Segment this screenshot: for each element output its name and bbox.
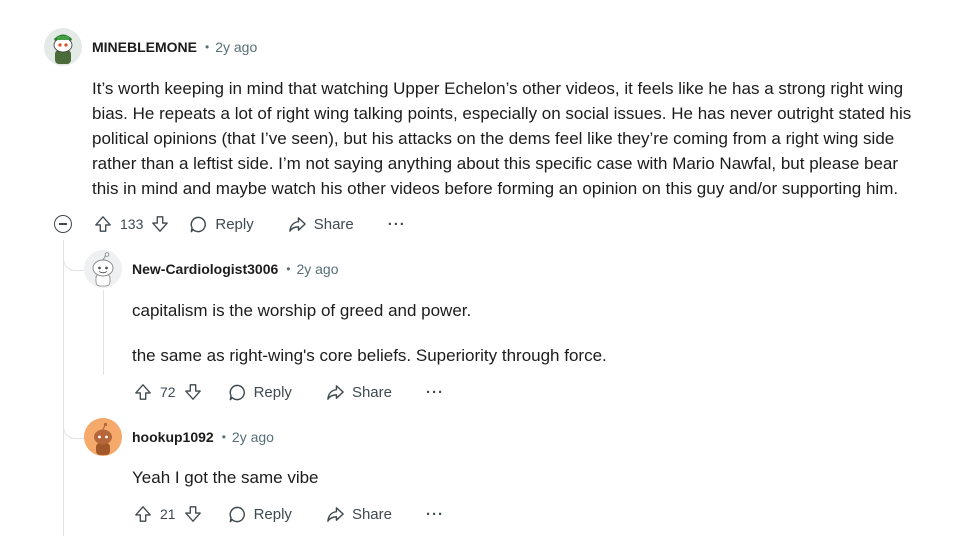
author-name[interactable]: New-Cardiologist3006 (132, 261, 278, 277)
reply-label: Reply (253, 505, 292, 523)
more-options-button[interactable]: ··· (426, 384, 444, 401)
vote-score: 21 (160, 506, 176, 522)
speech-bubble-icon (229, 506, 245, 522)
downvote-button[interactable] (182, 381, 204, 403)
reply-button[interactable]: Reply (189, 215, 254, 234)
downvote-arrow-icon (184, 384, 201, 400)
author-name[interactable]: hookup1092 (132, 429, 214, 445)
comment-body-paragraph: capitalism is the worship of greed and p… (132, 301, 472, 320)
comment-body-line: bias. He repeats a lot of right wing tal… (92, 104, 912, 123)
collapse-thread-button[interactable] (54, 215, 72, 233)
upvote-arrow-icon (95, 216, 111, 232)
upvote-button[interactable] (92, 213, 114, 235)
vote-score: 133 (120, 216, 144, 232)
timestamp[interactable]: 2y ago (232, 429, 274, 445)
thread-elbow-reply-2 (63, 410, 84, 439)
share-button[interactable]: Share (326, 505, 392, 524)
comment-body-line: political opinions (that I’ve seen), but… (92, 129, 895, 148)
comment-meta: hookup1092 • 2y ago (132, 427, 274, 447)
comment-actions: 72 Reply Share ··· (132, 376, 444, 408)
share-arrow-icon (327, 506, 344, 522)
more-options-button[interactable]: ··· (388, 216, 406, 233)
reply-button[interactable]: Reply (228, 505, 292, 524)
vote-group: 133 (92, 213, 171, 235)
comment-actions: 21 Reply Share ··· (132, 498, 444, 530)
avatar[interactable] (84, 418, 122, 456)
share-arrow-icon (327, 384, 344, 400)
comment-body-paragraph: the same as right-wing's core beliefs. S… (132, 346, 607, 365)
downvote-button[interactable] (182, 503, 204, 525)
comment-body-paragraph: Yeah I got the same vibe (132, 468, 319, 487)
share-label: Share (313, 215, 354, 233)
vote-score: 72 (160, 384, 176, 400)
comment-body-line: It’s worth keeping in mind that watching… (92, 79, 904, 98)
speech-bubble-icon (190, 216, 207, 232)
comment-body-line: rather than a leftist side. I’m not sayi… (92, 154, 899, 173)
comment-actions: 133 Reply Share ··· (92, 208, 406, 240)
snoo-avatar-icon (84, 418, 122, 456)
comment-body-line: this in mind and maybe watch his other v… (92, 179, 899, 198)
downvote-arrow-icon (184, 506, 201, 522)
share-button[interactable]: Share (326, 383, 392, 402)
author-name[interactable]: MINEBLEMONE (92, 39, 197, 55)
upvote-button[interactable] (132, 503, 154, 525)
upvote-button[interactable] (132, 381, 154, 403)
upvote-arrow-icon (135, 506, 151, 522)
meta-separator: • (205, 40, 210, 54)
speech-bubble-icon (229, 384, 245, 400)
reply-button[interactable]: Reply (228, 383, 292, 402)
reply-label: Reply (215, 215, 254, 233)
thread-line-main (63, 240, 64, 536)
vote-group: 21 (132, 503, 204, 525)
snoo-avatar-icon (44, 28, 82, 66)
reply-label: Reply (253, 383, 292, 401)
share-label: Share (351, 383, 392, 401)
upvote-arrow-icon (135, 384, 151, 400)
downvote-button[interactable] (149, 213, 171, 235)
timestamp[interactable]: 2y ago (215, 39, 257, 55)
comment-meta: MINEBLEMONE • 2y ago (92, 37, 257, 57)
thread-elbow-reply-1 (63, 242, 84, 271)
meta-separator: • (221, 430, 226, 444)
thread-line-reply-1 (103, 290, 104, 375)
more-options-button[interactable]: ··· (426, 506, 444, 523)
snoo-avatar-icon (84, 250, 122, 288)
comment-body: It’s worth keeping in mind that watching… (92, 76, 952, 201)
share-button[interactable]: Share (288, 215, 354, 234)
vote-group: 72 (132, 381, 204, 403)
share-arrow-icon (288, 216, 306, 232)
minus-icon (59, 223, 67, 225)
comment-meta: New-Cardiologist3006 • 2y ago (132, 259, 339, 279)
share-label: Share (351, 505, 392, 523)
timestamp[interactable]: 2y ago (296, 261, 338, 277)
downvote-arrow-icon (152, 216, 169, 232)
avatar[interactable] (84, 250, 122, 288)
meta-separator: • (286, 262, 291, 276)
avatar[interactable] (44, 28, 82, 66)
